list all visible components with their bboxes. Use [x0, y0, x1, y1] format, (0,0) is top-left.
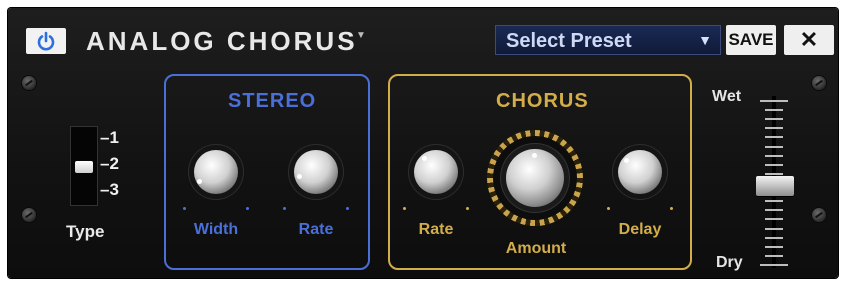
knob-min-mark	[403, 207, 406, 210]
knob-max-mark	[466, 207, 469, 210]
screw-icon	[812, 208, 826, 222]
width-knob[interactable]	[194, 150, 238, 194]
caret-down-icon[interactable]: ▼	[356, 30, 366, 41]
knob-min-mark	[283, 207, 286, 210]
preset-select[interactable]: Select Preset ▼	[495, 25, 721, 55]
amount-label: Amount	[505, 240, 567, 257]
knob-indicator	[197, 179, 202, 184]
fader-tick	[765, 118, 783, 121]
wet-label: Wet	[712, 88, 742, 105]
fader-tick	[765, 136, 783, 139]
knob-indicator	[532, 153, 537, 158]
preset-label: Select Preset	[506, 30, 632, 52]
power-button[interactable]	[26, 28, 66, 54]
delay-label: Delay	[618, 221, 662, 238]
type-option-3: –3	[100, 180, 119, 199]
width-label: Width	[193, 221, 239, 238]
chorus-rate-label: Rate	[418, 221, 454, 238]
type-switch[interactable]	[70, 126, 98, 206]
fader-tick	[765, 163, 783, 166]
fader-tick	[765, 127, 783, 130]
save-button[interactable]: SAVE	[726, 25, 776, 55]
fader-tick	[765, 236, 783, 239]
fader-tick	[765, 227, 783, 230]
analog-chorus-plugin: ANALOG CHORUS ▼ Select Preset ▼ SAVE ✕ –…	[8, 8, 838, 278]
knob-indicator	[297, 174, 302, 179]
type-option-1: –1	[100, 128, 119, 147]
amount-knob-bezel	[493, 136, 577, 220]
screw-icon	[812, 76, 826, 90]
fader-tick	[765, 109, 783, 112]
fader-tick	[765, 172, 783, 175]
screw-icon	[22, 208, 36, 222]
chorus-rate-knob[interactable]	[414, 150, 458, 194]
amount-knob[interactable]	[506, 149, 564, 207]
screw-icon	[22, 76, 36, 90]
dry-label: Dry	[716, 254, 743, 271]
chorus-title: CHORUS	[496, 90, 589, 112]
knob-min-mark	[607, 207, 610, 210]
stereo-title: STEREO	[228, 90, 317, 112]
type-label: Type	[66, 222, 105, 241]
knob-indicator	[624, 158, 629, 163]
knob-max-mark	[246, 207, 249, 210]
chevron-down-icon: ▼	[698, 32, 712, 48]
fader-tick	[765, 209, 783, 212]
fader-tick	[760, 100, 788, 102]
plugin-title: ANALOG CHORUS	[86, 26, 358, 56]
stereo-rate-label: Rate	[298, 221, 334, 238]
plugin-header: ANALOG CHORUS ▼ Select Preset ▼ SAVE ✕	[8, 8, 838, 62]
amount-knob-ring	[487, 130, 583, 226]
knob-indicator	[422, 156, 427, 161]
power-icon	[37, 31, 55, 51]
stereo-rate-knob[interactable]	[294, 150, 338, 194]
fader-tick	[765, 154, 783, 157]
fader-tick	[765, 218, 783, 221]
fader-tick	[760, 264, 788, 266]
knob-min-mark	[183, 207, 186, 210]
type-switch-lever[interactable]	[75, 161, 93, 173]
fader-tick	[765, 200, 783, 203]
fader-tick	[765, 245, 783, 248]
type-option-2: –2	[100, 154, 119, 173]
delay-knob[interactable]	[618, 150, 662, 194]
close-button[interactable]: ✕	[784, 25, 834, 55]
fader-tick	[765, 145, 783, 148]
knob-max-mark	[670, 207, 673, 210]
fader-tick	[765, 254, 783, 257]
knob-max-mark	[346, 207, 349, 210]
mix-fader-handle[interactable]	[756, 176, 794, 196]
